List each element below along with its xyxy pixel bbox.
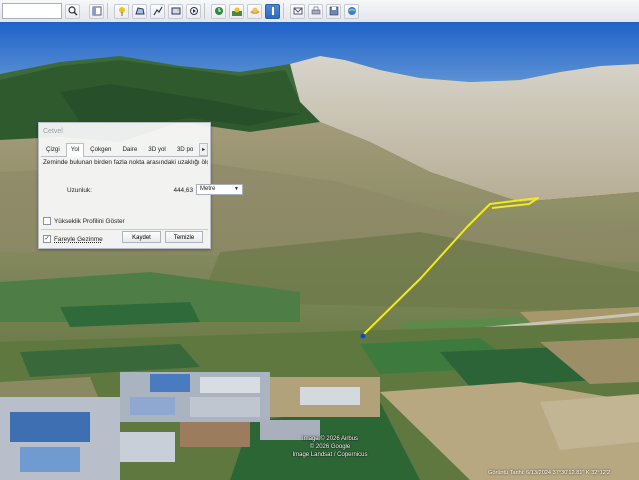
attribution-airbus: Image © 2026 Airbus — [301, 436, 359, 442]
maps-icon[interactable] — [344, 3, 359, 19]
save-button[interactable]: Kaydet — [122, 231, 161, 243]
attribution-google: © 2026 Google — [309, 444, 351, 450]
search-field[interactable] — [2, 3, 62, 19]
search-icon[interactable] — [65, 3, 80, 19]
length-label: Uzunluk: — [67, 187, 92, 194]
historical-imagery-icon[interactable] — [211, 3, 226, 19]
tab-path[interactable]: Yol — [65, 143, 85, 157]
toolbar — [0, 0, 639, 23]
unit-select[interactable]: Metre ▼ — [196, 184, 243, 195]
tour-icon[interactable] — [186, 3, 201, 19]
ruler-dialog: Cetvel Çizgi Yol Çokgen Daire 3D yol 3D … — [38, 122, 243, 249]
mouse-nav-checkbox[interactable]: ✓ — [43, 235, 51, 243]
elevation-profile-row[interactable]: Yükseklik Profilini Göster — [43, 217, 125, 225]
elevation-profile-label: Yükseklik Profilini Göster — [54, 217, 125, 225]
sun-icon[interactable] — [229, 3, 244, 19]
path-start-marker — [360, 333, 366, 339]
polygon-icon[interactable] — [132, 3, 147, 19]
ruler-icon[interactable] — [265, 3, 280, 19]
coordinates-extra: 32°12'2 — [591, 470, 611, 476]
path-icon[interactable] — [150, 3, 165, 19]
tab-bar: Çizgi Yol Çokgen Daire 3D yol 3D po ▸ — [41, 143, 208, 157]
save-image-icon[interactable] — [326, 3, 341, 19]
tab-scroll-right-icon[interactable]: ▸ — [199, 143, 208, 156]
planets-icon[interactable] — [247, 3, 262, 19]
sidebar-icon[interactable] — [89, 3, 104, 19]
email-icon[interactable] — [290, 3, 305, 19]
map-view[interactable] — [0, 22, 639, 480]
tab-polygon[interactable]: Çokgen — [85, 143, 116, 156]
length-value: 444,63 — [173, 187, 193, 194]
toolbar-separator — [204, 3, 205, 19]
elevation-profile-checkbox[interactable] — [43, 217, 51, 225]
imagery-date: Görüntü Tarihi: 6/13/2024 — [488, 470, 552, 476]
tab-3d-path[interactable]: 3D yol — [143, 143, 171, 156]
divider — [41, 229, 208, 230]
toolbar-separator — [107, 3, 108, 19]
tab-description: Zeminde bulunan birden fazla nokta arası… — [43, 159, 208, 166]
coordinates: 37°30'12.81" K — [552, 470, 590, 476]
overlay-icon[interactable] — [168, 3, 183, 19]
tab-circle[interactable]: Daire — [117, 143, 142, 156]
dialog-title: Cetvel — [43, 128, 63, 135]
mouse-nav-row[interactable]: ✓ Fareyle Gezinme — [43, 235, 103, 243]
print-icon[interactable] — [308, 3, 323, 19]
clear-button-label: Temizle — [173, 235, 195, 241]
chevron-down-icon: ▼ — [234, 186, 239, 192]
status-bar: Görüntü Tarihi: 6/13/2024 37°30'12.81" K… — [488, 470, 610, 476]
attribution-landsat: Image Landsat / Copernicus — [292, 452, 368, 458]
toolbar-separator — [283, 3, 284, 19]
tab-line[interactable]: Çizgi — [41, 143, 65, 156]
placemark-icon[interactable] — [114, 3, 129, 19]
tab-3d-polygon[interactable]: 3D po — [172, 143, 199, 156]
unit-select-value: Metre — [200, 186, 216, 192]
save-button-label: Kaydet — [132, 235, 151, 241]
clear-button[interactable]: Temizle — [165, 231, 203, 243]
mouse-nav-label: Fareyle Gezinme — [54, 235, 103, 243]
